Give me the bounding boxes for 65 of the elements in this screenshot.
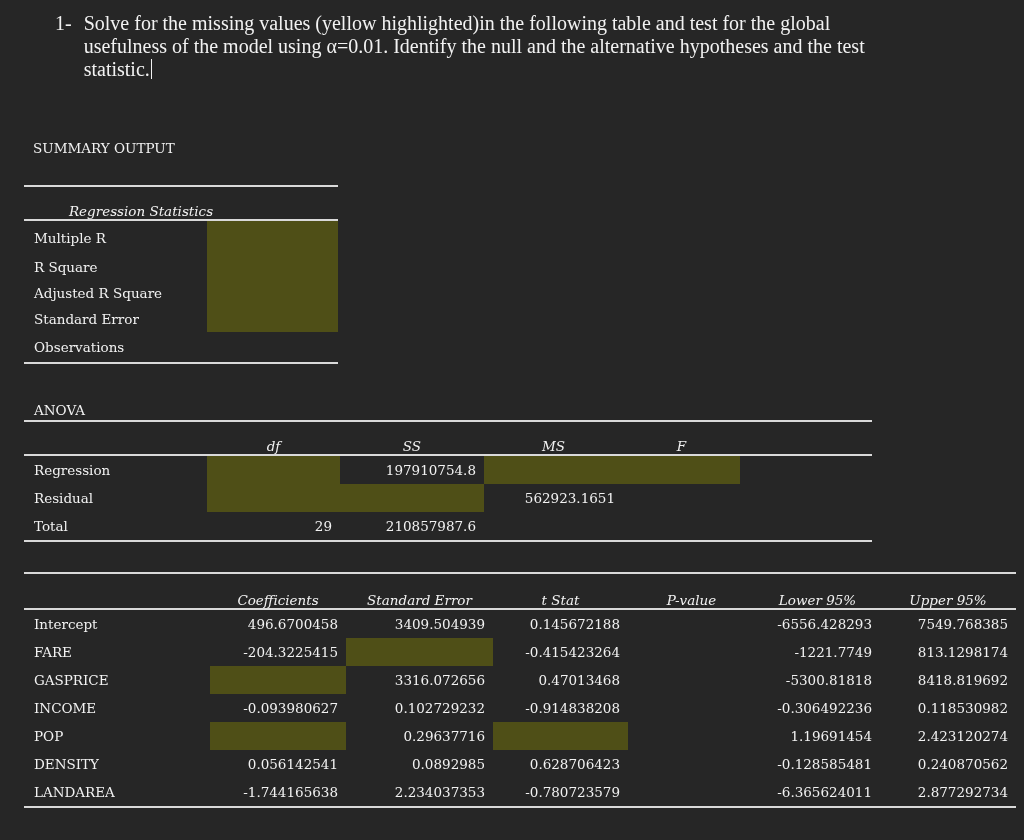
question-text: Solve for the missing values (yellow highlighted)in the following table and test for the global usefulness of the model using α=0.01. Identify the null and the alternative hypotheses and the test statistic. xyxy=(83,12,866,81)
table-cell-text: 2.423120274 xyxy=(916,727,1009,746)
row-label: INCOME xyxy=(24,694,210,722)
row-label: Adjusted R Square xyxy=(24,280,207,306)
table-cell-text: -5300.81818 xyxy=(784,671,873,690)
table-cell: 3409.504939 xyxy=(346,609,493,638)
column-header: SS xyxy=(340,421,484,455)
table-cell-text: 813.1298174 xyxy=(916,643,1009,662)
row-label: POP xyxy=(24,722,210,750)
table-cell: 0.0892985 xyxy=(346,750,493,778)
row-label: DENSITY xyxy=(24,750,210,778)
table-cell-text: -1221.7749 xyxy=(793,643,873,662)
table-cell: 2.234037353 xyxy=(346,778,493,807)
table-cell-text: 1.19691454 xyxy=(789,727,873,746)
row-label: Residual xyxy=(24,484,207,512)
table-cell-text: -0.128585481 xyxy=(776,755,873,774)
column-header: Upper 95% xyxy=(880,573,1016,609)
row-label: LANDAREA xyxy=(24,778,210,807)
table-cell: 562923.1651 xyxy=(484,484,623,512)
table-cell: 0.29637716 xyxy=(346,722,493,750)
table-cell: -0.914838208 xyxy=(493,694,628,722)
table-cell: 2.877292734 xyxy=(880,778,1016,807)
column-header: Coefficients xyxy=(210,573,346,609)
table-cell: 0.056142541 xyxy=(210,750,346,778)
table-cell: -0.780723579 xyxy=(493,778,628,807)
table-cell: -1.744165638 xyxy=(210,778,346,807)
column-header: MS xyxy=(484,421,623,455)
column-header: P-value xyxy=(628,573,755,609)
table-cell: -6.365624011 xyxy=(755,778,880,807)
summary-title: SUMMARY OUTPUT xyxy=(32,139,176,157)
row-label: GASPRICE xyxy=(24,666,210,694)
row-label: Regression xyxy=(24,455,207,484)
column-header: Standard Error xyxy=(346,573,493,609)
table-cell: 7549.768385 xyxy=(880,609,1016,638)
question-number: 1- xyxy=(55,12,72,36)
column-header: F xyxy=(623,421,740,455)
table-cell: -0.093980627 xyxy=(210,694,346,722)
column-header: Regression Statistics xyxy=(24,186,338,220)
row-label: Multiple R xyxy=(24,220,207,254)
table-cell: 0.47013468 xyxy=(493,666,628,694)
table-cell: 210857987.6 xyxy=(340,512,484,541)
table-cell: -0.415423264 xyxy=(493,638,628,666)
table-cell: -6556.428293 xyxy=(755,609,880,638)
table-cell: 0.145672188 xyxy=(493,609,628,638)
column-header: t Stat xyxy=(493,573,628,609)
column-header: df xyxy=(207,421,340,455)
table-cell: 29 xyxy=(207,512,340,541)
row-label: Standard Error xyxy=(24,306,207,332)
table-cell-text: 0.240870562 xyxy=(916,755,1009,774)
table-cell-text: -0.306492236 xyxy=(776,699,873,718)
table-cell: 3316.072656 xyxy=(346,666,493,694)
table-cell: 0.628706423 xyxy=(493,750,628,778)
anova-title: ANOVA xyxy=(24,400,207,421)
column-header: Lower 95% xyxy=(755,573,880,609)
table-cell-text: 8418.819692 xyxy=(916,671,1009,690)
table-cell: -204.3225415 xyxy=(210,638,346,666)
row-label: FARE xyxy=(24,638,210,666)
table-cell: 0.102729232 xyxy=(346,694,493,722)
row-label: Observations xyxy=(24,332,207,363)
row-label: R Square xyxy=(24,254,207,280)
table-cell: 496.6700458 xyxy=(210,609,346,638)
table-cell: 197910754.8 xyxy=(340,455,484,484)
row-label: Intercept xyxy=(24,609,210,638)
row-label: Total xyxy=(24,512,207,541)
table-cell-text: 0.118530982 xyxy=(916,699,1009,718)
